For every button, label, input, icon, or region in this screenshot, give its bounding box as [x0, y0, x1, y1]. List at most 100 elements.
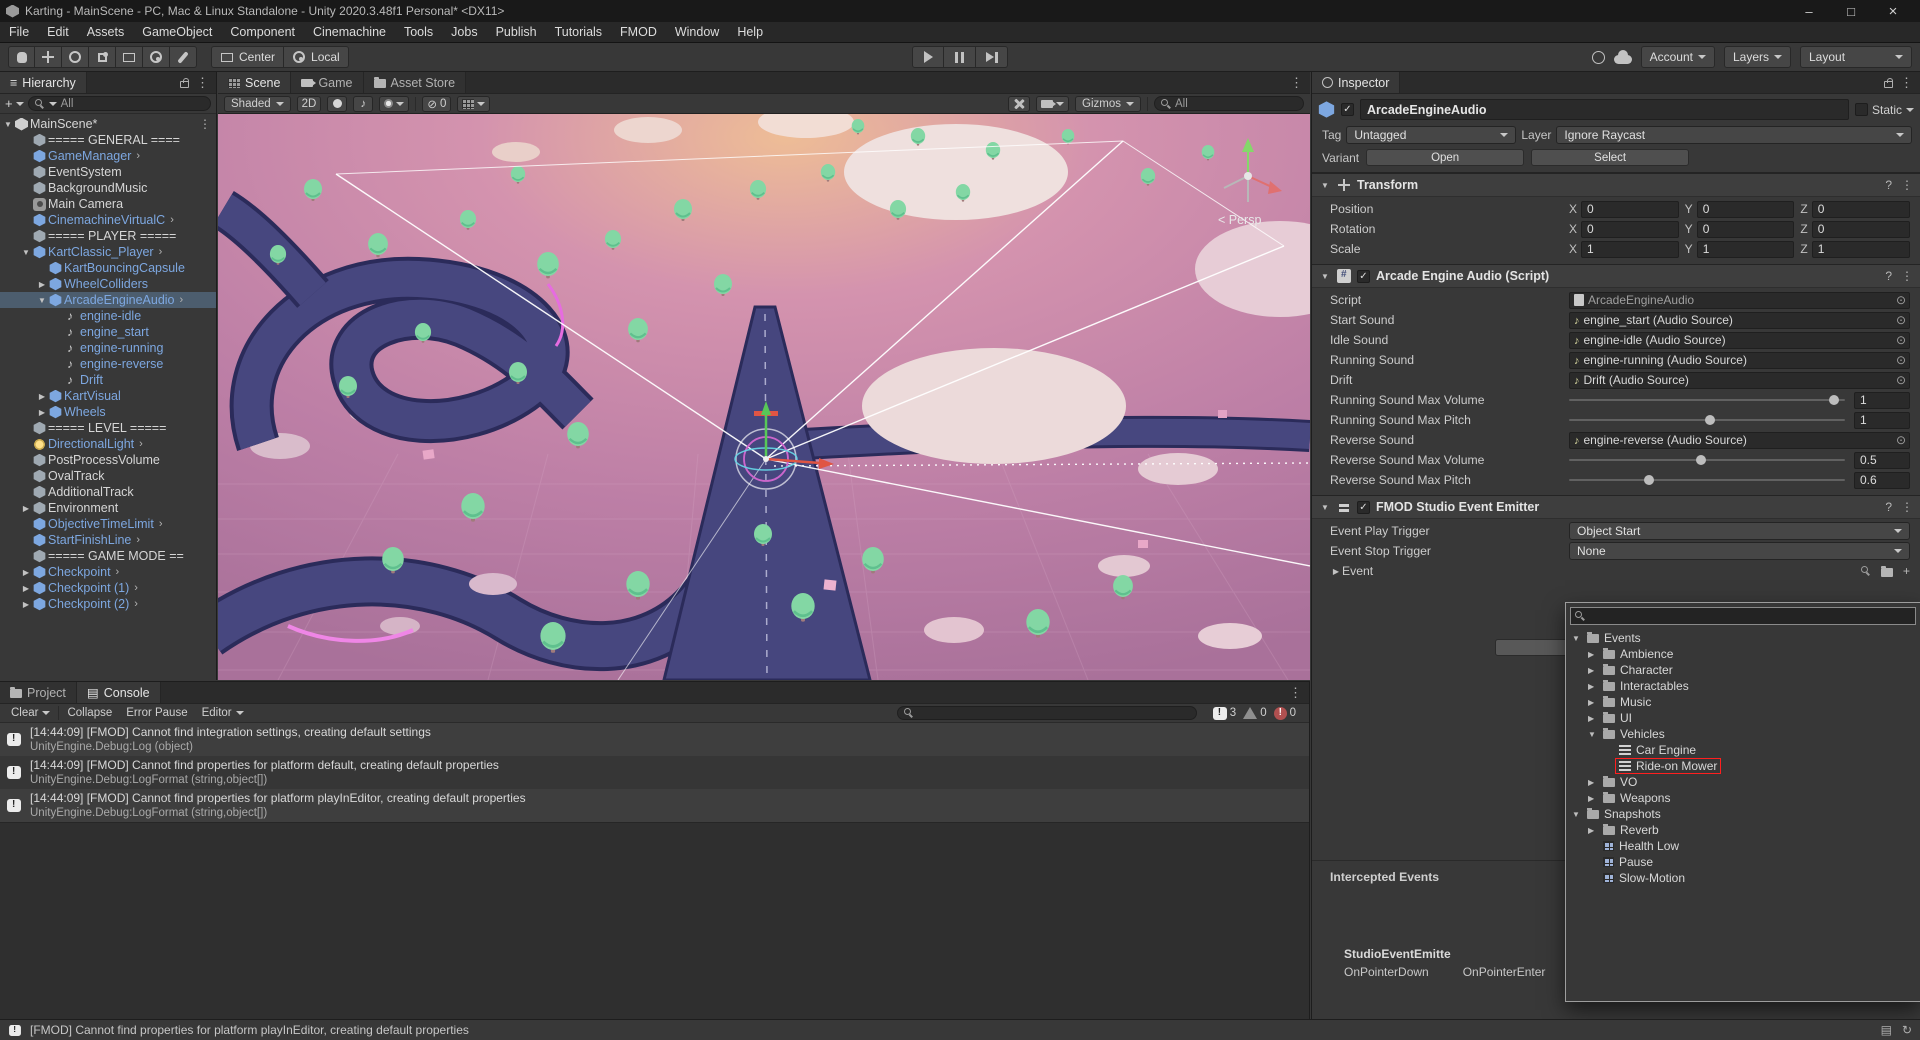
- perspective-label[interactable]: < Persp: [1218, 213, 1261, 227]
- component-enabled-checkbox[interactable]: [1357, 500, 1370, 514]
- tab-project[interactable]: Project: [0, 682, 77, 703]
- hierarchy-row[interactable]: ObjectiveTimeLimit ›: [0, 516, 216, 532]
- hierarchy-row[interactable]: engine-reverse: [0, 356, 216, 372]
- lock-icon[interactable]: [180, 77, 189, 88]
- slider-handle[interactable]: [1828, 395, 1839, 405]
- prefab-select-button[interactable]: Select: [1531, 149, 1690, 166]
- hierarchy-row[interactable]: ===== GAME MODE ==: [0, 548, 216, 564]
- hierarchy-row[interactable]: ▶ Checkpoint ›: [0, 564, 216, 580]
- prefab-open-arrow[interactable]: ›: [134, 598, 138, 610]
- prefab-open-arrow[interactable]: ›: [170, 214, 174, 226]
- object-field[interactable]: engine-idle (Audio Source): [1569, 331, 1910, 349]
- clear-button[interactable]: Clear: [5, 705, 56, 721]
- component-enabled-checkbox[interactable]: [1357, 269, 1370, 283]
- hierarchy-row[interactable]: engine_start: [0, 324, 216, 340]
- fmod-header[interactable]: ▼ FMOD Studio Event Emitter: [1312, 495, 1920, 519]
- prefab-open-arrow[interactable]: ›: [159, 246, 163, 258]
- object-picker-icon[interactable]: [1896, 373, 1906, 387]
- pivot-toggle-button[interactable]: Center: [211, 46, 285, 68]
- object-field[interactable]: engine_start (Audio Source): [1569, 311, 1910, 329]
- prefab-open-arrow[interactable]: ›: [159, 518, 163, 530]
- draw-mode-dropdown[interactable]: Shaded: [224, 95, 291, 112]
- object-field[interactable]: engine-reverse (Audio Source): [1569, 431, 1910, 449]
- event-tree-row[interactable]: Ride-on Mower: [1566, 758, 1920, 774]
- hierarchy-row[interactable]: Drift: [0, 372, 216, 388]
- maximize-button[interactable]: [1830, 0, 1872, 22]
- collab-icon[interactable]: [1591, 50, 1605, 64]
- custom-tool-button[interactable]: [170, 46, 197, 68]
- slider-handle[interactable]: [1644, 475, 1655, 485]
- slider-track[interactable]: [1569, 475, 1845, 485]
- hierarchy-row[interactable]: StartFinishLine ›: [0, 532, 216, 548]
- info-count[interactable]: 3: [1212, 706, 1236, 720]
- hierarchy-search-field[interactable]: All: [27, 96, 211, 111]
- z-value-field[interactable]: 0: [1811, 220, 1911, 238]
- menu-item[interactable]: Help: [728, 22, 772, 43]
- slider-value-field[interactable]: 1: [1854, 411, 1910, 429]
- prefab-open-arrow[interactable]: ⋮: [199, 117, 211, 131]
- hierarchy-row[interactable]: ▶ KartVisual: [0, 388, 216, 404]
- console-message[interactable]: [14:44:09] [FMOD] Cannot find properties…: [0, 756, 1309, 789]
- tab-scene[interactable]: Scene: [218, 72, 292, 93]
- hierarchy-row[interactable]: OvalTrack: [0, 468, 216, 484]
- expander-icon[interactable]: ▶: [1588, 682, 1599, 691]
- scale-tool-button[interactable]: [89, 46, 116, 68]
- z-value-field[interactable]: 1: [1811, 240, 1911, 258]
- object-picker-icon[interactable]: [1896, 313, 1906, 327]
- console-detail-pane[interactable]: [0, 822, 1309, 1019]
- console-message[interactable]: [14:44:09] [FMOD] Cannot find properties…: [0, 789, 1309, 822]
- more-options-icon[interactable]: [196, 75, 209, 91]
- status-bar[interactable]: [FMOD] Cannot find properties for platfo…: [0, 1019, 1920, 1040]
- event-tree-row[interactable]: ▼ Snapshots: [1566, 806, 1920, 822]
- event-search-box[interactable]: [1570, 607, 1916, 625]
- static-toggle[interactable]: Static: [1854, 103, 1914, 117]
- expander-icon[interactable]: ▼: [1588, 730, 1599, 739]
- minimize-button[interactable]: [1788, 0, 1830, 22]
- expander-icon[interactable]: ▼: [20, 248, 32, 257]
- slider[interactable]: 0.5: [1569, 451, 1910, 469]
- scene-effects-dropdown[interactable]: [379, 95, 410, 112]
- event-tree-row[interactable]: ▶ Ambience: [1566, 646, 1920, 662]
- hierarchy-row[interactable]: AdditionalTrack: [0, 484, 216, 500]
- transform-tool-button[interactable]: [143, 46, 170, 68]
- hierarchy-row[interactable]: CinemachineVirtualC ›: [0, 212, 216, 228]
- tab-hierarchy[interactable]: Hierarchy: [0, 72, 87, 93]
- layer-dropdown[interactable]: Ignore Raycast: [1556, 126, 1912, 144]
- component-menu-icon[interactable]: [1901, 500, 1913, 514]
- hierarchy-row[interactable]: engine-idle: [0, 308, 216, 324]
- event-tree-row[interactable]: ▼ Events: [1566, 630, 1920, 646]
- more-options-icon[interactable]: [1290, 75, 1303, 91]
- hand-tool-button[interactable]: [8, 46, 35, 68]
- slider-track[interactable]: [1569, 455, 1845, 465]
- hierarchy-row[interactable]: PostProcessVolume: [0, 452, 216, 468]
- x-value-field[interactable]: 0: [1581, 200, 1679, 218]
- prefab-open-arrow[interactable]: ›: [134, 582, 138, 594]
- layout-dropdown[interactable]: Layout: [1800, 46, 1912, 68]
- move-tool-button[interactable]: [35, 46, 62, 68]
- hierarchy-row[interactable]: GameManager ›: [0, 148, 216, 164]
- x-value-field[interactable]: 0: [1581, 220, 1679, 238]
- menu-item[interactable]: Publish: [487, 22, 546, 43]
- slider[interactable]: 0.6: [1569, 471, 1910, 489]
- menu-item[interactable]: GameObject: [133, 22, 221, 43]
- rect-tool-button[interactable]: [116, 46, 143, 68]
- console-message[interactable]: [14:44:09] [FMOD] Cannot find integratio…: [0, 723, 1309, 756]
- expander-icon[interactable]: ▶: [36, 392, 48, 401]
- menu-item[interactable]: Assets: [78, 22, 134, 43]
- menu-item[interactable]: Tutorials: [546, 22, 611, 43]
- event-tree-row[interactable]: Pause: [1566, 854, 1920, 870]
- help-icon[interactable]: [1885, 500, 1892, 514]
- obscured-button[interactable]: [1495, 639, 1575, 656]
- scene-3d-render[interactable]: < Persp: [218, 114, 1310, 680]
- console-icon[interactable]: [1881, 1023, 1892, 1037]
- expander-icon[interactable]: ▶: [20, 568, 32, 577]
- hierarchy-row[interactable]: EventSystem: [0, 164, 216, 180]
- add-event-icon[interactable]: [1903, 564, 1910, 578]
- menu-item[interactable]: Jobs: [442, 22, 486, 43]
- active-checkbox[interactable]: [1341, 103, 1354, 116]
- slider-track[interactable]: [1569, 395, 1845, 405]
- layers-dropdown[interactable]: Layers: [1723, 46, 1791, 68]
- play-trigger-dropdown[interactable]: Object Start: [1569, 522, 1910, 540]
- expander-icon[interactable]: ▶: [1588, 794, 1599, 803]
- expander-icon[interactable]: ▼: [1572, 810, 1583, 819]
